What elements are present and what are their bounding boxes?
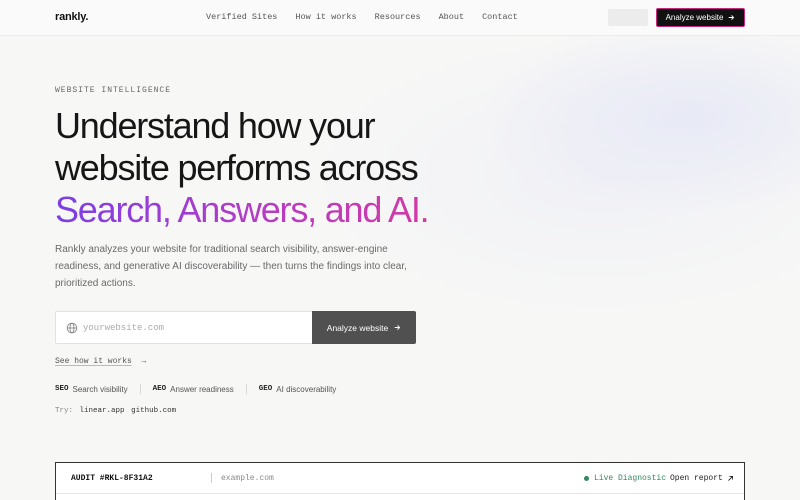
globe-icon [66,322,78,334]
nav-link-resources[interactable]: Resources [375,12,421,22]
headline-line-2: website performs across [55,147,419,188]
external-link-icon [727,475,733,481]
nav-link-how-it-works[interactable]: How it works [295,12,356,22]
feature-label: Search visibility [72,384,128,394]
hero-description: Rankly analyzes your website for traditi… [55,244,407,289]
headline-gradient-line: Search, Answers, and AI. [55,189,475,231]
eyebrow-label: WEBSITE INTELLIGENCE [55,86,172,95]
analyze-button-label: Analyze website [326,322,389,333]
divider [139,384,141,394]
feature-label: Answer readiness [170,384,234,394]
live-status-badge: Live Diagnostic [584,474,666,483]
audit-card: AUDIT #RKL-8F31A2 example.com Live Diagn… [55,462,745,500]
try-example-link[interactable]: linear.app [80,407,125,415]
arrow-right-icon: → [136,357,147,366]
arrow-right-icon [729,15,735,20]
feature-abbr: AEO [152,385,167,393]
audit-domain: example.com [221,474,274,483]
nav-links: Verified Sites How it works Resources Ab… [206,12,536,22]
status-label: Live Diagnostic [594,474,667,483]
divider [245,384,247,394]
try-examples: Try: linear.app github.com [55,407,176,415]
see-how-it-works-link[interactable]: See how it works → [55,357,146,366]
nav-analyze-label: Analyze website [665,13,724,22]
try-label: Try: [55,407,74,415]
open-report-link[interactable]: Open report [670,474,734,483]
page-headline: Understand how your website performs acr… [55,105,475,231]
feature-abbr: SEO [55,385,69,393]
status-dot-icon [584,476,589,481]
audit-card-header: AUDIT #RKL-8F31A2 example.com Live Diagn… [56,463,744,494]
feature-abbr: GEO [258,385,273,393]
divider [211,473,212,483]
url-search-form: Analyze website [55,311,416,344]
try-example-link[interactable]: github.com [131,407,176,415]
nav-placeholder-button[interactable] [608,9,648,26]
nav-link-contact[interactable]: Contact [482,12,518,22]
feature-geo: GEO AI discoverability [259,385,337,394]
url-input[interactable] [83,312,309,343]
nav-link-about[interactable]: About [439,12,465,22]
top-nav: rankly. Verified Sites How it works Reso… [0,0,800,36]
logo[interactable]: rankly. [55,11,88,23]
feature-seo: SEO Search visibility [55,385,128,394]
analyze-website-button[interactable]: Analyze website [312,311,416,344]
feature-aeo: AEO Answer readiness [153,385,234,394]
headline-line-1: Understand how your [55,105,376,146]
nav-link-verified-sites[interactable]: Verified Sites [206,12,277,22]
audit-id: AUDIT #RKL-8F31A2 [71,474,153,483]
arrow-right-icon [394,325,401,330]
feature-label: AI discoverability [276,384,337,394]
feature-list: SEO Search visibility AEO Answer readine… [55,384,336,394]
nav-analyze-button[interactable]: Analyze website [656,8,745,27]
open-report-label: Open report [670,474,723,483]
see-how-label: See how it works [55,357,132,366]
